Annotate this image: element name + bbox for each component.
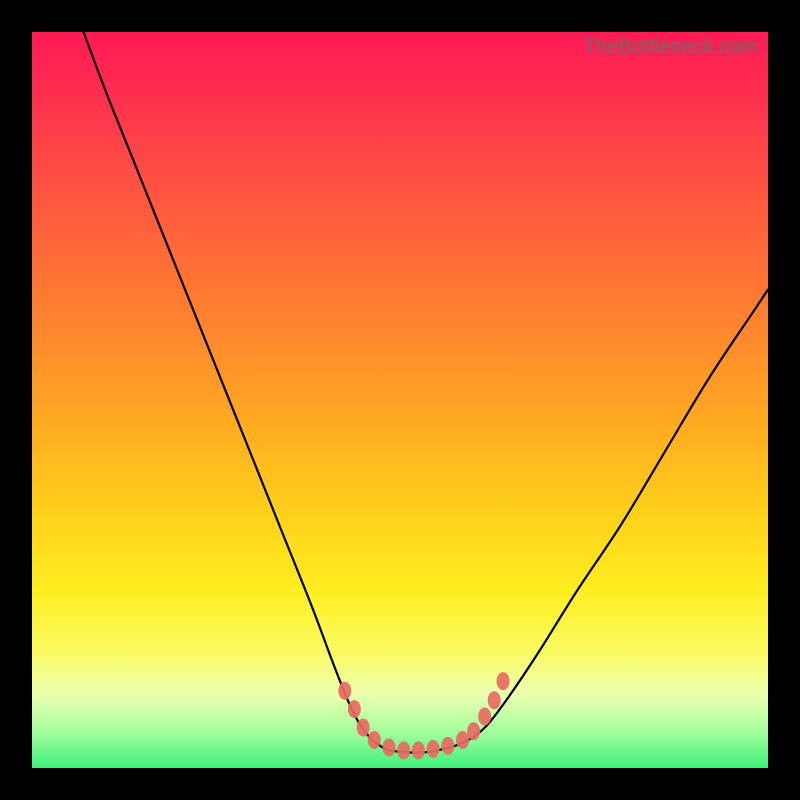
highlight-dot	[488, 691, 501, 709]
highlight-dot	[382, 738, 395, 756]
highlight-dot	[427, 740, 440, 758]
highlight-dot	[497, 672, 510, 690]
highlight-dot	[456, 731, 469, 749]
chart-frame: TheBottleneck.com	[0, 0, 800, 800]
chart-svg	[32, 32, 768, 768]
highlight-dot	[338, 682, 351, 700]
highlight-dot	[397, 741, 410, 759]
highlight-dots	[338, 672, 509, 759]
highlight-dot	[478, 707, 491, 725]
highlight-dot	[368, 731, 381, 749]
highlight-dot	[357, 719, 370, 737]
highlight-dot	[467, 722, 480, 740]
highlight-dot	[412, 741, 425, 759]
highlight-dot	[348, 700, 361, 718]
highlight-dot	[441, 737, 454, 755]
plot-area: TheBottleneck.com	[32, 32, 768, 768]
bottleneck-curve	[84, 32, 768, 753]
